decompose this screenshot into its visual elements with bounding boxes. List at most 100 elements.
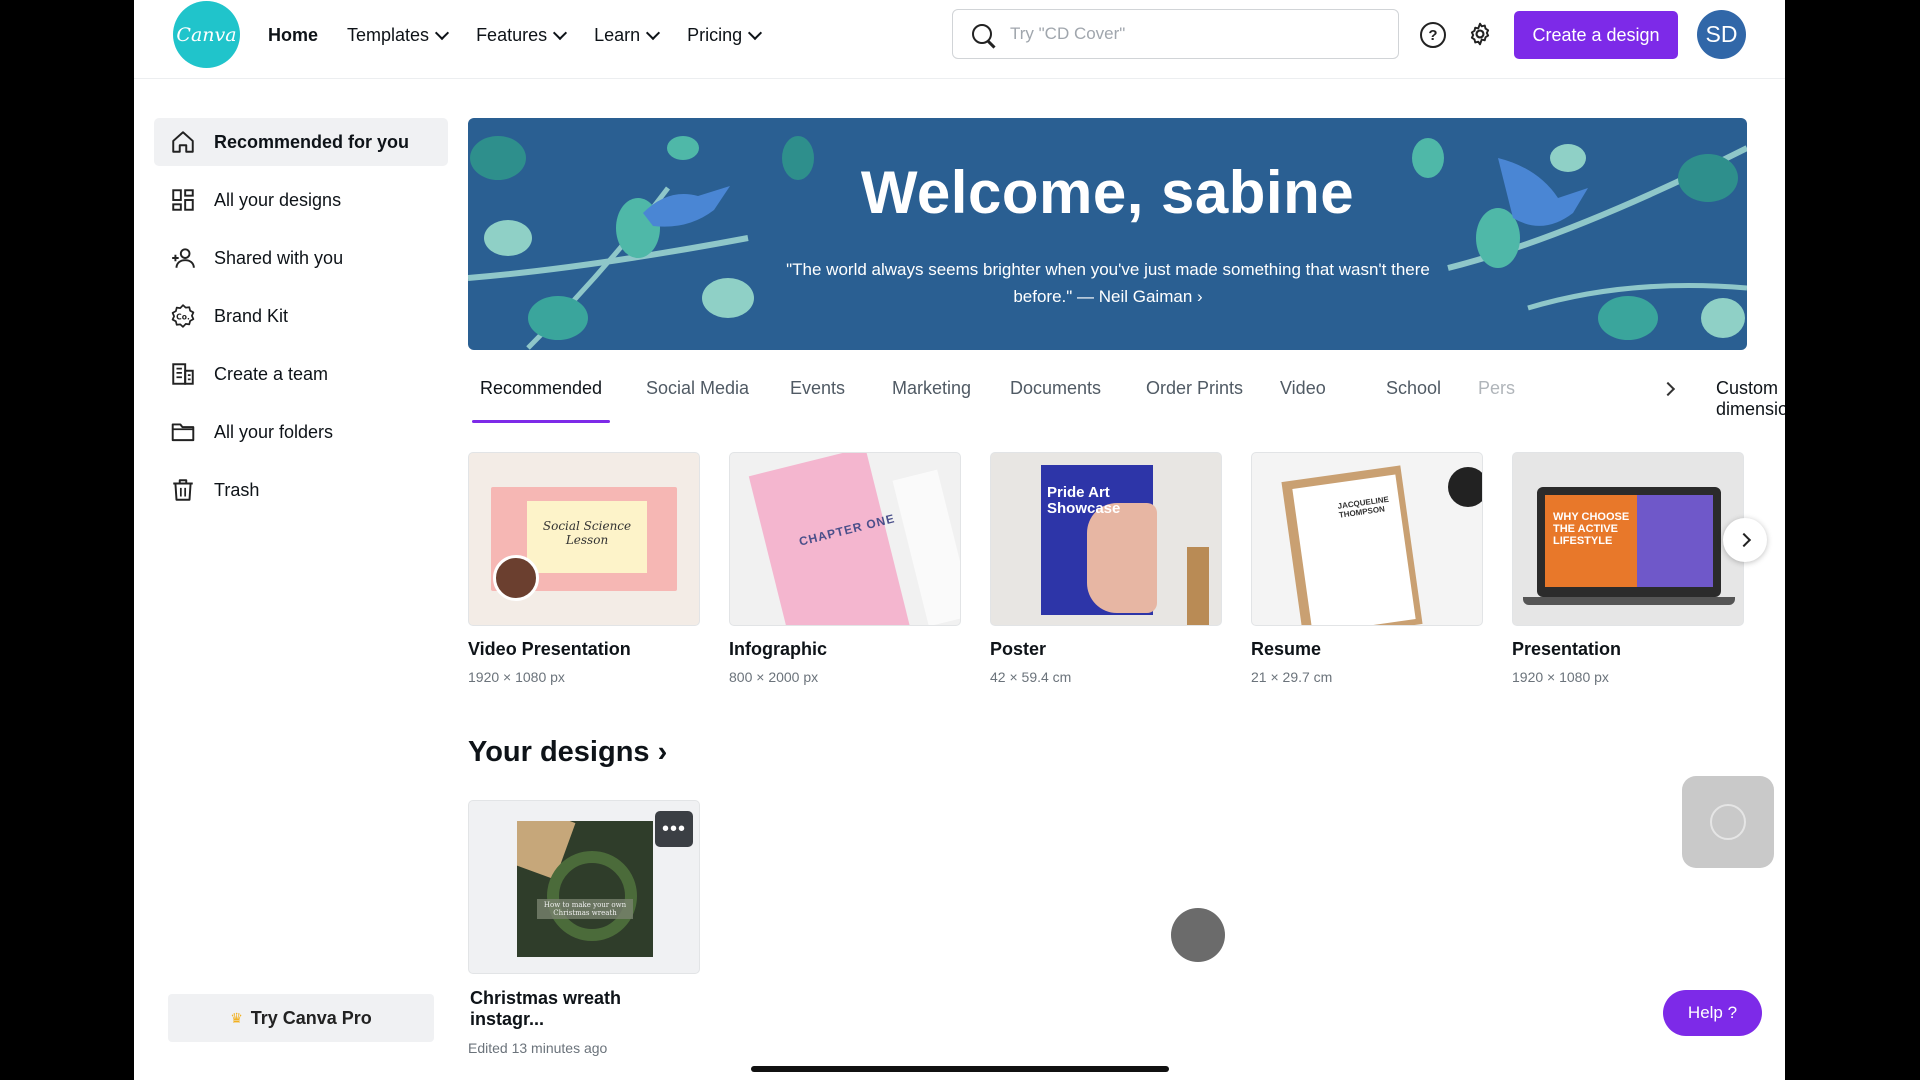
sidebar-item-label: All your folders bbox=[214, 421, 334, 442]
assistive-touch-icon bbox=[1710, 804, 1746, 840]
sidebar-item-recommended[interactable]: Recommended for you bbox=[154, 118, 448, 166]
help-button[interactable]: Help ? bbox=[1663, 990, 1762, 1036]
svg-text:Co.: Co. bbox=[176, 312, 190, 321]
template-title: Poster bbox=[990, 639, 1047, 659]
search-bar bbox=[952, 9, 1399, 59]
sidebar-item-label: Recommended for you bbox=[214, 131, 410, 152]
home-icon bbox=[172, 131, 194, 153]
sidebar-item-label: Trash bbox=[214, 479, 260, 500]
tab-events[interactable]: Events bbox=[790, 378, 845, 422]
template-size: 1920 × 1080 px bbox=[1512, 669, 1609, 685]
welcome-title: Welcome, sabine bbox=[860, 159, 1355, 226]
chevron-right-icon[interactable] bbox=[1660, 381, 1676, 397]
custom-dimensions-link[interactable]: Custom dimensions bbox=[1716, 378, 1785, 420]
home-indicator[interactable] bbox=[751, 1066, 1169, 1072]
template-size: 800 × 2000 px bbox=[729, 669, 819, 685]
banner-quote-link[interactable]: "The world always seems brighter when yo… bbox=[758, 256, 1458, 310]
chevron-down-icon bbox=[646, 25, 661, 40]
create-design-button[interactable]: Create a design bbox=[1514, 11, 1678, 59]
search-icon bbox=[972, 24, 992, 44]
welcome-banner: Welcome, sabine "The world always seems … bbox=[468, 118, 1747, 350]
chevron-right-icon bbox=[1736, 532, 1751, 548]
nav-home[interactable]: Home bbox=[268, 22, 318, 48]
avatar[interactable]: SD bbox=[1697, 10, 1746, 59]
thumb-text: How to make your own Christmas wreath bbox=[537, 899, 633, 919]
search-input[interactable] bbox=[1008, 23, 1372, 45]
sidebar-item-label: Create a team bbox=[214, 363, 329, 384]
canva-logo[interactable]: Canva bbox=[173, 1, 240, 68]
tab-recommended[interactable]: Recommended bbox=[471, 378, 611, 423]
nav-learn[interactable]: Learn bbox=[594, 22, 661, 48]
template-size: 21 × 29.7 cm bbox=[1251, 669, 1333, 685]
template-thumbnail: WHY CHOOSE THE ACTIVE LIFESTYLE bbox=[1512, 452, 1744, 626]
sidebar-item-create-team[interactable]: Create a team bbox=[154, 350, 448, 398]
sidebar: Recommended for you All your designs Sha… bbox=[154, 118, 448, 524]
sidebar-item-folders[interactable]: All your folders bbox=[154, 408, 448, 456]
sidebar-item-shared[interactable]: Shared with you bbox=[154, 234, 448, 282]
canva-home-app: Canva Home Templates Features Learn Pric… bbox=[134, 0, 1785, 1080]
template-thumbnail: Social Science Lesson bbox=[468, 452, 700, 626]
nav-features[interactable]: Features bbox=[476, 22, 568, 48]
top-header: Canva Home Templates Features Learn Pric… bbox=[134, 0, 1785, 79]
tab-school[interactable]: School bbox=[1386, 378, 1441, 422]
template-thumbnail: Pride Art Showcase bbox=[990, 452, 1222, 626]
template-title: Resume bbox=[1251, 639, 1322, 659]
sidebar-item-label: All your designs bbox=[214, 189, 342, 210]
category-tabs: Recommended Social Media Events Marketin… bbox=[468, 378, 1785, 424]
design-image: How to make your own Christmas wreath bbox=[517, 821, 653, 957]
building-icon bbox=[172, 363, 194, 385]
nav-features-label: Features bbox=[476, 24, 548, 45]
sidebar-item-label: Brand Kit bbox=[214, 305, 289, 326]
design-edited-time: Edited 13 minutes ago bbox=[468, 1040, 608, 1056]
nav-home-label: Home bbox=[268, 24, 319, 45]
crown-icon: ♛ bbox=[230, 1009, 243, 1026]
design-title: Christmas wreath instagr... bbox=[470, 988, 622, 1029]
template-card-infographic[interactable]: CHAPTER ONE Infographic 800 × 2000 px bbox=[729, 452, 961, 685]
tab-order-prints[interactable]: Order Prints bbox=[1146, 378, 1243, 422]
template-size: 1920 × 1080 px bbox=[468, 669, 565, 685]
template-thumbnail: JACQUELINE THOMPSON bbox=[1251, 452, 1483, 626]
gear-icon[interactable] bbox=[1467, 21, 1493, 47]
brand-kit-icon: Co. bbox=[171, 304, 195, 328]
design-card[interactable]: How to make your own Christmas wreath ••… bbox=[468, 800, 700, 1056]
thumb-text: WHY CHOOSE THE ACTIVE LIFESTYLE bbox=[1553, 511, 1630, 547]
folder-icon bbox=[171, 423, 195, 442]
template-card-poster[interactable]: Pride Art Showcase Poster 42 × 59.4 cm bbox=[990, 452, 1222, 685]
carousel-next-button[interactable] bbox=[1723, 518, 1767, 562]
template-card-presentation[interactable]: WHY CHOOSE THE ACTIVE LIFESTYLE Presenta… bbox=[1512, 452, 1744, 685]
tab-social-media[interactable]: Social Media bbox=[646, 378, 749, 422]
people-icon bbox=[172, 248, 195, 268]
tab-personal[interactable]: Pers bbox=[1478, 378, 1515, 422]
assistive-touch-button[interactable] bbox=[1682, 776, 1774, 868]
template-thumbnail: CHAPTER ONE bbox=[729, 452, 961, 626]
nav-templates[interactable]: Templates bbox=[347, 22, 450, 48]
try-canva-pro-label: Try Canva Pro bbox=[250, 1007, 372, 1028]
chevron-down-icon bbox=[553, 25, 568, 40]
banner-illustration bbox=[468, 136, 1747, 350]
template-title: Presentation bbox=[1512, 639, 1622, 659]
sidebar-item-trash[interactable]: Trash bbox=[154, 466, 448, 514]
tab-marketing[interactable]: Marketing bbox=[892, 378, 971, 422]
try-canva-pro-button[interactable]: ♛ Try Canva Pro bbox=[168, 994, 434, 1042]
chevron-down-icon bbox=[748, 25, 763, 40]
sidebar-item-brand-kit[interactable]: Co. Brand Kit bbox=[154, 292, 448, 340]
sidebar-item-all-designs[interactable]: All your designs bbox=[154, 176, 448, 224]
template-card-video-presentation[interactable]: Social Science Lesson Video Presentation… bbox=[468, 452, 700, 685]
nav-templates-label: Templates bbox=[347, 24, 430, 45]
template-card-resume[interactable]: JACQUELINE THOMPSON Resume 21 × 29.7 cm bbox=[1251, 452, 1483, 685]
template-size: 42 × 59.4 cm bbox=[990, 669, 1072, 685]
template-title: Video Presentation bbox=[468, 639, 631, 659]
design-thumbnail: How to make your own Christmas wreath ••… bbox=[468, 800, 700, 974]
thumb-text: Pride Art Showcase bbox=[1047, 484, 1121, 517]
grid-icon bbox=[172, 189, 194, 211]
chevron-down-icon bbox=[434, 25, 450, 40]
nav-learn-label: Learn bbox=[594, 24, 641, 45]
more-options-button[interactable]: ••• bbox=[655, 811, 693, 847]
help-icon[interactable]: ? bbox=[1420, 22, 1446, 48]
nav-pricing-label: Pricing bbox=[687, 24, 743, 45]
tab-documents[interactable]: Documents bbox=[1010, 378, 1101, 422]
your-designs-heading[interactable]: Your designs › bbox=[468, 736, 667, 769]
nav-pricing[interactable]: Pricing bbox=[687, 22, 763, 48]
trash-icon bbox=[173, 479, 193, 501]
tab-video[interactable]: Video bbox=[1280, 378, 1326, 422]
